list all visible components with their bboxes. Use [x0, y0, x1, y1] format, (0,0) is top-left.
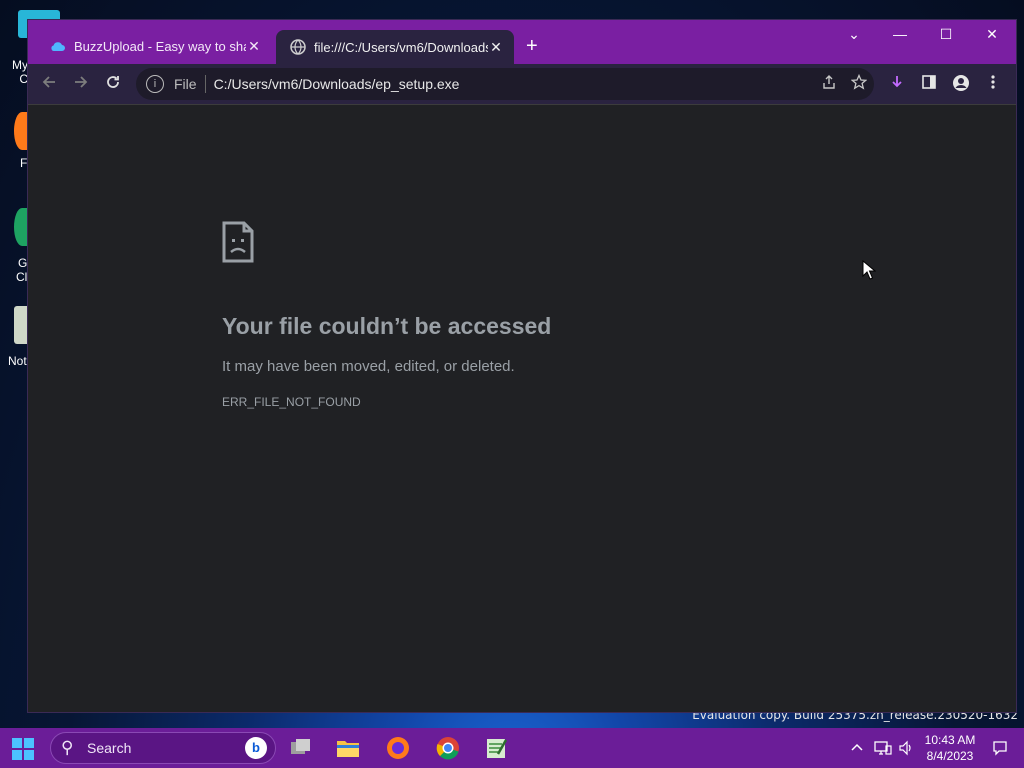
new-tab-button[interactable]: + [526, 36, 538, 56]
windows-logo-icon [12, 738, 22, 748]
bing-icon[interactable]: b [245, 737, 267, 759]
notepad-icon [487, 739, 508, 758]
desktop-icon-label: My C [12, 58, 28, 86]
desktop-icon-label: F [20, 156, 28, 170]
share-icon [823, 75, 835, 89]
desktop-icon-label: Not [8, 354, 27, 368]
download-icon [892, 76, 902, 88]
start-button[interactable] [12, 738, 34, 760]
tab-file-error[interactable]: file:///C:/Users/vm6/Downloads/ep ✕ [276, 30, 514, 64]
chrome-icon [436, 737, 459, 760]
desktop-icon-label: Cl [16, 270, 28, 284]
profile-button[interactable] [950, 74, 972, 96]
speaker-icon [899, 740, 911, 756]
error-title: Your file couldn’t be accessed [222, 313, 552, 339]
volume-button[interactable] [898, 740, 914, 759]
windows-logo-icon [24, 750, 34, 760]
side-panel-button[interactable] [918, 74, 940, 96]
maximize-button[interactable]: ☐ [930, 26, 962, 43]
browser-toolbar: i File C:/Users/vm6/Downloads/ep_setup.e… [28, 64, 1016, 105]
star-icon [850, 73, 868, 90]
globe-icon [290, 39, 306, 55]
reload-button[interactable] [102, 74, 124, 96]
back-button[interactable] [38, 74, 60, 96]
chrome-taskbar-button[interactable] [428, 728, 468, 768]
windows-logo-icon [24, 738, 34, 748]
notification-icon [993, 741, 1007, 756]
notepad-taskbar-button[interactable] [482, 734, 510, 762]
notifications-button[interactable] [992, 740, 1008, 759]
desktop-icon-firefox[interactable]: F [0, 112, 30, 170]
system-clock[interactable]: 10:43 AM 8/4/2023 [918, 732, 982, 764]
tab-close-button[interactable]: ✕ [246, 38, 262, 55]
cloud-icon [51, 42, 65, 51]
profile-icon [953, 75, 969, 91]
network-icon [874, 741, 892, 755]
desktop-icon-my-computer[interactable]: My C [0, 10, 60, 86]
file-explorer-button[interactable] [334, 734, 362, 762]
address-scheme: File [174, 76, 197, 92]
error-code: ERR_FILE_NOT_FOUND [222, 395, 361, 409]
chevron-up-icon [851, 743, 863, 751]
arrow-right-icon [75, 76, 88, 88]
bookmark-button[interactable] [844, 73, 874, 94]
address-bar[interactable]: i File C:/Users/vm6/Downloads/ep_setup.e… [136, 68, 874, 100]
firefox-taskbar-button[interactable] [384, 734, 412, 762]
info-icon[interactable]: i [146, 75, 164, 93]
show-hidden-icons-button[interactable] [850, 740, 864, 757]
tab-title: file:///C:/Users/vm6/Downloads/ep [314, 39, 488, 55]
search-label: Search [87, 740, 132, 756]
address-url[interactable]: C:/Users/vm6/Downloads/ep_setup.exe [214, 76, 814, 92]
folder-icon [337, 741, 359, 757]
clock-time: 10:43 AM [924, 733, 976, 747]
forward-button[interactable] [70, 74, 92, 96]
address-separator [204, 75, 206, 93]
browser-window: BuzzUpload - Easy way to share y ✕ file:… [28, 20, 1016, 712]
taskbar: ⚲ Search b 10:43 AM 8/4/2023 [0, 728, 1024, 768]
taskbar-search[interactable]: ⚲ Search b [50, 732, 276, 764]
minimize-button[interactable]: — [884, 26, 916, 42]
menu-button[interactable] [982, 74, 1004, 96]
search-icon: ⚲ [61, 738, 74, 757]
tab-buzzupload[interactable]: BuzzUpload - Easy way to share y ✕ [36, 30, 272, 62]
sad-file-icon [222, 221, 254, 263]
side-panel-icon [922, 75, 936, 89]
mouse-cursor-icon [862, 260, 876, 280]
desktop-icon-label: G [18, 256, 28, 270]
desktop-icon-notepad[interactable]: Not [0, 306, 30, 368]
tab-title: BuzzUpload - Easy way to share y [74, 38, 246, 54]
clock-date: 8/4/2023 [926, 749, 974, 763]
error-message: It may have been moved, edited, or delet… [222, 358, 515, 375]
more-vert-icon [991, 75, 995, 89]
windows-logo-icon [12, 750, 22, 760]
network-button[interactable] [874, 740, 892, 759]
share-button[interactable] [814, 74, 844, 94]
tab-close-button[interactable]: ✕ [488, 39, 504, 56]
close-window-button[interactable]: ✕ [976, 26, 1008, 43]
tab-search-dropdown-button[interactable]: ⌄ [838, 26, 870, 43]
task-view-button[interactable] [286, 734, 314, 762]
reload-icon [107, 76, 119, 88]
downloads-button[interactable] [886, 74, 908, 96]
firefox-icon [387, 737, 409, 759]
task-view-icon [291, 739, 310, 754]
title-bar: BuzzUpload - Easy way to share y ✕ file:… [28, 20, 1016, 64]
arrow-left-icon [42, 76, 55, 88]
page-content: Your file couldn’t be accessed It may ha… [28, 105, 1016, 712]
desktop-icon-chrome[interactable]: G Cl [0, 208, 30, 284]
